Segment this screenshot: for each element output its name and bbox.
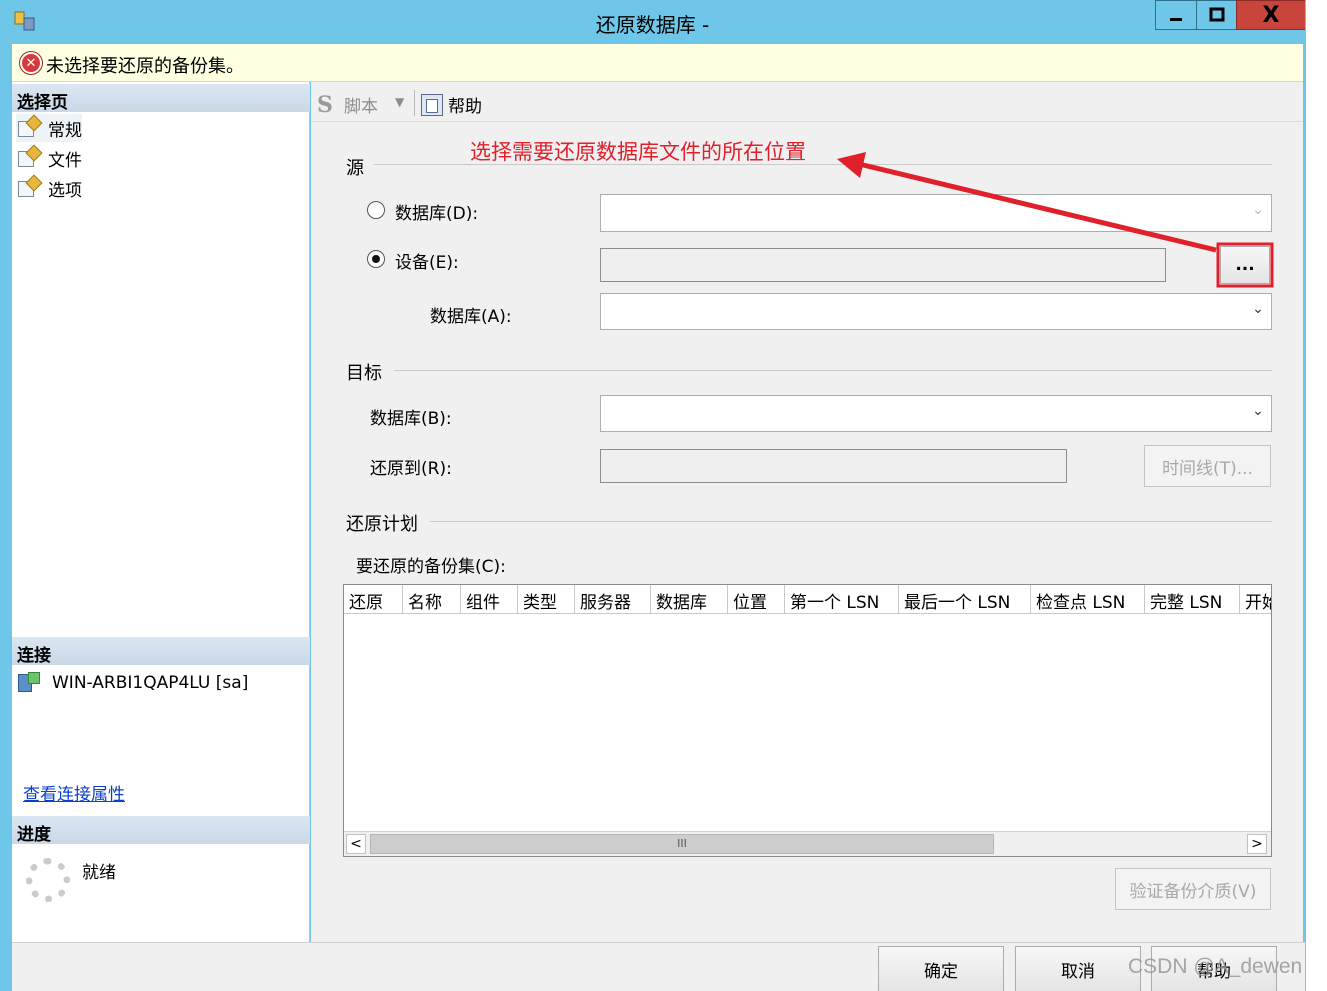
source-database-dropdown[interactable]: ⌄ [600,194,1272,232]
chevron-down-icon: ⌄ [1252,403,1264,419]
nav-item-options[interactable]: 选项 [16,174,82,202]
help-icon [421,93,443,116]
progress-status: 就绪 [82,863,116,883]
target-divider [394,370,1272,371]
maximize-button[interactable] [1196,0,1237,30]
connection-server: WIN-ARBI1QAP4LU [sa] [18,672,248,694]
restore-to-field [600,449,1067,483]
device-radio[interactable] [367,250,385,268]
column-header[interactable]: 位置 [728,585,785,614]
nav-item-label: 文件 [48,150,82,171]
page-icon [16,144,43,169]
error-icon: ✕ [20,52,42,74]
close-button[interactable]: X [1236,0,1306,30]
right-pane: S 脚本 ▼ 帮助 源 选择需要还原数据库文件的所在位置 数据库(D): ⌄ 设… [311,82,1303,942]
title-bar: 还原数据库 - X [0,0,1327,44]
help-toolbar-button[interactable]: 帮助 [421,92,482,117]
device-path-field [600,248,1166,282]
chevron-down-icon: ⌄ [1252,202,1264,218]
column-header[interactable]: 名称 [403,585,461,614]
target-database-dropdown[interactable]: ⌄ [600,395,1272,432]
restore-plan-label: 还原计划 [346,514,418,535]
database-radio[interactable] [367,201,385,219]
column-header[interactable]: 类型 [518,585,575,614]
left-pane: 选择页 常规 文件 选项 连接 WIN-ARBI1QAP4LU [sa] 查看连… [12,82,310,942]
column-header[interactable]: 组件 [461,585,518,614]
toolbar-separator [414,90,415,116]
watermark: CSDN @A_dewen [1128,955,1303,978]
scroll-right-icon[interactable]: > [1247,834,1267,854]
restore-to-label: 还原到(R): [370,459,452,479]
chevron-down-icon: ⌄ [1252,301,1264,317]
error-message: 未选择要还原的备份集。 [46,56,244,77]
backup-sets-grid[interactable]: 还原 名称 组件 类型 服务器 数据库 位置 第一个 LSN 最后一个 LSN … [343,584,1272,857]
script-dropdown-icon[interactable]: ▼ [395,95,404,109]
dialog-footer: 确定 取消 帮助 [12,942,1305,991]
minimize-button[interactable] [1155,0,1197,30]
column-header[interactable]: 第一个 LSN [785,585,899,614]
page-icon [16,114,43,139]
minimize-icon [1170,18,1182,21]
source-database-a-dropdown[interactable]: ⌄ [600,293,1272,330]
server-name: WIN-ARBI1QAP4LU [sa] [52,673,249,693]
toolbar: S 脚本 ▼ 帮助 [311,84,1303,122]
column-header[interactable]: 检查点 LSN [1031,585,1145,614]
cancel-button[interactable]: 取消 [1015,946,1141,991]
nav-item-label: 常规 [48,120,82,141]
annotation-text: 选择需要还原数据库文件的所在位置 [470,140,806,164]
column-header[interactable]: 最后一个 LSN [899,585,1031,614]
nav-item-general[interactable]: 常规 [16,114,82,142]
scroll-thumb[interactable]: III [370,834,994,854]
database-a-label: 数据库(A): [430,307,512,327]
column-header[interactable]: 开始 [1240,585,1271,614]
backup-sets-label: 要还原的备份集(C): [356,557,506,577]
error-message-bar: ✕ 未选择要还原的备份集。 [12,44,1303,82]
select-page-header: 选择页 [12,84,310,113]
maximize-icon [1209,7,1224,22]
nav-item-label: 选项 [48,180,82,201]
column-header[interactable]: 服务器 [575,585,651,614]
window-title: 还原数据库 - [595,13,710,37]
column-header[interactable]: 还原 [344,585,403,614]
progress-header: 进度 [12,816,310,845]
browse-device-button[interactable]: ... [1220,246,1270,284]
nav-item-files[interactable]: 文件 [16,144,82,172]
close-icon: X [1262,2,1280,28]
database-b-label: 数据库(B): [370,409,452,429]
timeline-button[interactable]: 时间线(T)... [1144,445,1271,487]
target-group-label: 目标 [346,363,382,384]
scroll-left-icon[interactable]: < [346,834,366,854]
column-header[interactable]: 完整 LSN [1145,585,1240,614]
desktop-edge [1305,0,1327,991]
view-connection-properties-link[interactable]: 查看连接属性 [23,780,125,805]
script-icon: S [317,91,333,118]
device-radio-label: 设备(E): [395,253,459,273]
column-header[interactable]: 数据库 [651,585,728,614]
script-button[interactable]: S 脚本 [317,91,378,118]
ok-button[interactable]: 确定 [878,946,1004,991]
horizontal-scrollbar[interactable]: < III > [344,831,1271,856]
script-label: 脚本 [344,97,378,117]
help-label: 帮助 [448,97,482,117]
grid-header: 还原 名称 组件 类型 服务器 数据库 位置 第一个 LSN 最后一个 LSN … [344,585,1271,614]
database-radio-label: 数据库(D): [395,204,479,224]
progress-spinner-icon [26,858,70,902]
page-icon [16,174,43,199]
restore-plan-divider [430,521,1272,522]
server-icon [18,672,42,694]
connection-header: 连接 [12,637,310,666]
verify-backup-media-button[interactable]: 验证备份介质(V) [1115,868,1271,910]
source-group-label: 源 [346,158,364,179]
